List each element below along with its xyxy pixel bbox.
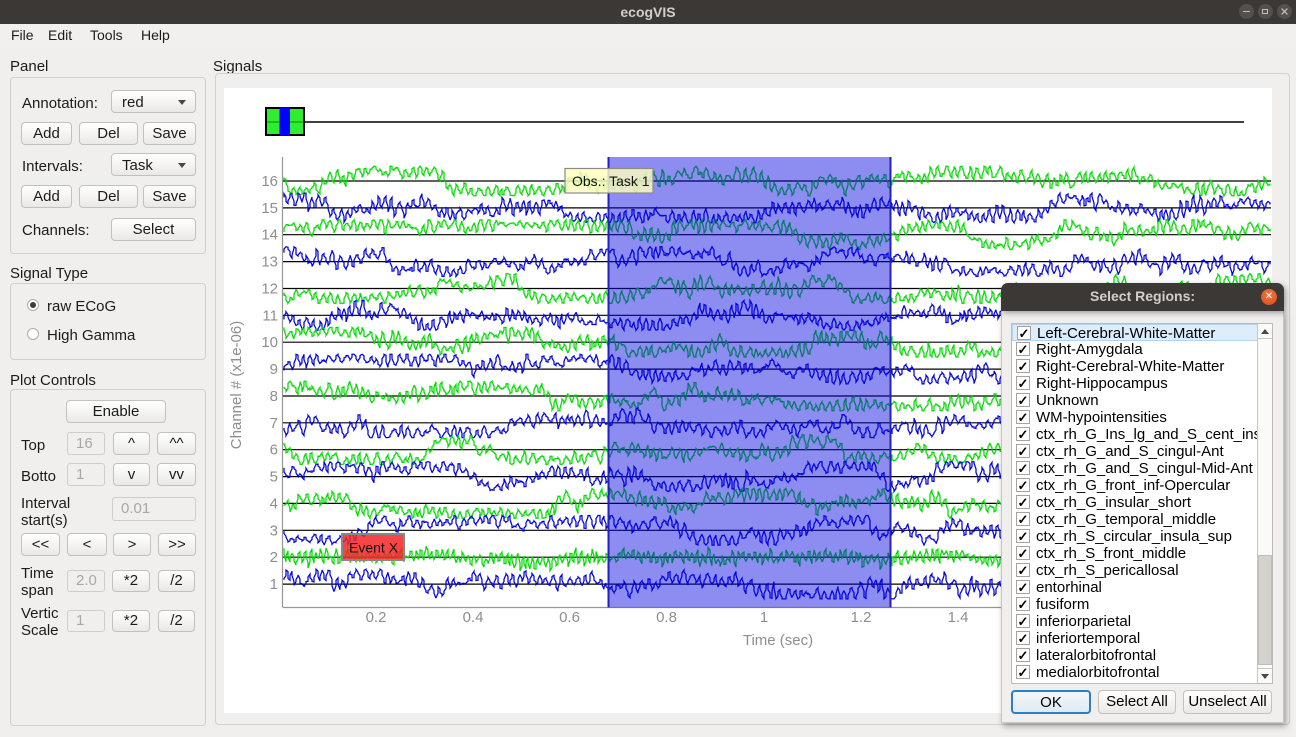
svg-text:0.6: 0.6 bbox=[559, 609, 580, 626]
svg-text:8: 8 bbox=[270, 388, 278, 405]
svg-text:Event X: Event X bbox=[349, 540, 399, 556]
svg-text:15: 15 bbox=[261, 200, 278, 217]
svg-text:6: 6 bbox=[270, 442, 278, 459]
svg-text:16: 16 bbox=[261, 173, 278, 190]
svg-text:0.4: 0.4 bbox=[463, 609, 484, 626]
svg-text:1: 1 bbox=[270, 576, 278, 593]
svg-text:12: 12 bbox=[261, 281, 278, 298]
svg-text:11: 11 bbox=[262, 307, 278, 324]
svg-text:14: 14 bbox=[261, 227, 278, 244]
svg-text:4: 4 bbox=[270, 495, 278, 512]
svg-text:2: 2 bbox=[270, 549, 278, 566]
svg-text:3: 3 bbox=[270, 522, 278, 539]
svg-text:13: 13 bbox=[261, 254, 278, 271]
svg-text:Time (sec): Time (sec) bbox=[743, 632, 813, 649]
svg-text:0.8: 0.8 bbox=[656, 609, 677, 626]
svg-text:1: 1 bbox=[760, 609, 768, 626]
svg-text:7: 7 bbox=[270, 415, 278, 432]
svg-text:1.2: 1.2 bbox=[851, 609, 872, 626]
svg-text:1.4: 1.4 bbox=[948, 609, 969, 626]
svg-text:0.2: 0.2 bbox=[366, 609, 387, 626]
svg-text:9: 9 bbox=[270, 361, 278, 378]
svg-text:Channel # (x1e-06): Channel # (x1e-06) bbox=[228, 321, 245, 449]
svg-text:10: 10 bbox=[261, 334, 278, 351]
svg-text:5: 5 bbox=[270, 469, 278, 486]
svg-text:Obs.: Task 1: Obs.: Task 1 bbox=[572, 173, 650, 189]
